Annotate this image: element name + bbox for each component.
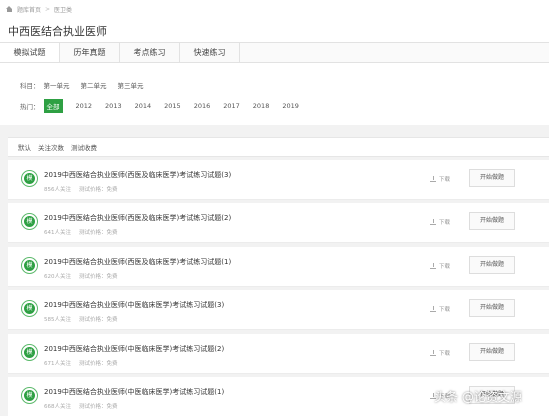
subject-option[interactable]: 第三单元 xyxy=(118,80,144,90)
item-title[interactable]: 2019中西医结合执业医师(西医及临床医学)考试练习试题(3) xyxy=(44,170,231,180)
download-icon xyxy=(430,306,436,312)
download-label: 下载 xyxy=(439,307,451,313)
tab-topic-practice[interactable]: 考点练习 xyxy=(120,43,180,62)
badge-label: 模 xyxy=(24,173,35,184)
item-title[interactable]: 2019中西医结合执业医师(西医及临床医学)考试练习试题(2) xyxy=(44,213,231,223)
download-button[interactable]: 下载 xyxy=(430,175,450,183)
year-option[interactable]: 2017 xyxy=(223,102,240,110)
breadcrumb-separator: > xyxy=(45,5,51,13)
item-title[interactable]: 2019中西医结合执业医师(中医临床医学)考试练习试题(2) xyxy=(44,344,224,354)
year-option[interactable]: 2016 xyxy=(194,102,211,110)
subject-filter: 科目： 第一单元 第二单元 第三单元 xyxy=(20,80,155,90)
breadcrumb-home[interactable]: 题库首页 xyxy=(17,5,41,14)
badge-label: 模 xyxy=(24,216,35,227)
price: 测试价格：免费 xyxy=(79,230,118,236)
start-button[interactable]: 开始做题 xyxy=(469,299,515,317)
year-option[interactable]: 2019 xyxy=(282,102,299,110)
mock-badge-icon: 模 xyxy=(21,170,38,187)
page-title: 中西医结合执业医师 xyxy=(8,25,107,38)
watermark: 头条 @论资文源 xyxy=(434,390,522,404)
download-button[interactable]: 下载 xyxy=(430,262,450,270)
year-option[interactable]: 2015 xyxy=(164,102,181,110)
item-meta: 856人关注 测试价格：免费 xyxy=(44,185,126,193)
list-item: 模 2019中西医结合执业医师(西医及临床医学)考试练习试题(2) 641人关注… xyxy=(8,203,549,243)
badge-label: 模 xyxy=(24,303,35,314)
price: 测试价格：免费 xyxy=(79,187,118,193)
sort-default[interactable]: 默认 xyxy=(18,142,31,152)
hot-label: 热门： xyxy=(20,103,40,111)
download-icon xyxy=(430,263,436,269)
follower-count: 671人关注 xyxy=(44,361,71,367)
item-title[interactable]: 2019中西医结合执业医师(中医临床医学)考试练习试题(1) xyxy=(44,387,224,397)
price: 测试价格：免费 xyxy=(79,404,118,410)
download-label: 下载 xyxy=(439,220,451,226)
tab-past-exams[interactable]: 历年真题 xyxy=(60,43,120,62)
item-meta: 668人关注 测试价格：免费 xyxy=(44,402,126,410)
item-meta: 620人关注 测试价格：免费 xyxy=(44,272,126,280)
list-item: 模 2019中西医结合执业医师(中医临床医学)考试练习试题(2) 671人关注 测… xyxy=(8,334,549,374)
download-label: 下载 xyxy=(439,177,451,183)
tab-mock-exam[interactable]: 模拟试题 xyxy=(0,43,60,62)
sort-follow-count[interactable]: 关注次数 xyxy=(38,142,64,152)
start-button[interactable]: 开始做题 xyxy=(469,169,515,187)
breadcrumb: 题库首页 > 医卫类 xyxy=(0,0,549,18)
start-button[interactable]: 开始做题 xyxy=(469,212,515,230)
price: 测试价格：免费 xyxy=(79,274,118,280)
filter-panel: 科目： 第一单元 第二单元 第三单元 热门： 全部 2012 2013 2014… xyxy=(0,63,549,125)
download-icon xyxy=(430,219,436,225)
download-label: 下载 xyxy=(439,351,451,357)
item-meta: 641人关注 测试价格：免费 xyxy=(44,228,126,236)
follower-count: 641人关注 xyxy=(44,230,71,236)
mock-badge-icon: 模 xyxy=(21,344,38,361)
badge-label: 模 xyxy=(24,390,35,401)
sort-bar: 默认 关注次数 测试收费 xyxy=(8,137,549,157)
list-item: 模 2019中西医结合执业医师(西医及临床医学)考试练习试题(3) 856人关注… xyxy=(8,160,549,200)
price: 测试价格：免费 xyxy=(79,361,118,367)
year-filter: 热门： 全部 2012 2013 2014 2015 2016 2017 201… xyxy=(20,99,312,113)
home-icon[interactable] xyxy=(6,6,13,12)
download-button[interactable]: 下载 xyxy=(430,305,450,313)
item-meta: 671人关注 测试价格：免费 xyxy=(44,359,126,367)
tab-bar: 模拟试题 历年真题 考点练习 快速练习 xyxy=(0,42,549,63)
breadcrumb-current[interactable]: 医卫类 xyxy=(54,5,72,14)
year-option[interactable]: 2018 xyxy=(253,102,270,110)
download-button[interactable]: 下载 xyxy=(430,349,450,357)
badge-label: 模 xyxy=(24,347,35,358)
follower-count: 585人关注 xyxy=(44,317,71,323)
item-title[interactable]: 2019中西医结合执业医师(西医及临床医学)考试练习试题(1) xyxy=(44,257,231,267)
mock-badge-icon: 模 xyxy=(21,257,38,274)
start-button[interactable]: 开始做题 xyxy=(469,256,515,274)
start-button[interactable]: 开始做题 xyxy=(469,343,515,361)
sort-fee[interactable]: 测试收费 xyxy=(71,142,97,152)
mock-badge-icon: 模 xyxy=(21,213,38,230)
follower-count: 620人关注 xyxy=(44,274,71,280)
list-item: 模 2019中西医结合执业医师(西医及临床医学)考试练习试题(1) 620人关注… xyxy=(8,247,549,287)
badge-label: 模 xyxy=(24,260,35,271)
subject-label: 科目： xyxy=(20,82,40,90)
tab-quick-practice[interactable]: 快速练习 xyxy=(180,43,240,62)
list-item: 模 2019中西医结合执业医师(中医临床医学)考试练习试题(3) 585人关注 测… xyxy=(8,290,549,330)
subject-option[interactable]: 第二单元 xyxy=(81,80,107,90)
mock-badge-icon: 模 xyxy=(21,300,38,317)
follower-count: 856人关注 xyxy=(44,187,71,193)
year-option-all[interactable]: 全部 xyxy=(43,99,63,113)
item-meta: 585人关注 测试价格：免费 xyxy=(44,315,126,323)
year-option[interactable]: 2014 xyxy=(135,102,152,110)
subject-option[interactable]: 第一单元 xyxy=(44,80,70,90)
item-title[interactable]: 2019中西医结合执业医师(中医临床医学)考试练习试题(3) xyxy=(44,300,224,310)
download-icon xyxy=(430,176,436,182)
follower-count: 668人关注 xyxy=(44,404,71,410)
year-option[interactable]: 2013 xyxy=(105,102,122,110)
download-icon xyxy=(430,350,436,356)
mock-badge-icon: 模 xyxy=(21,387,38,404)
year-option[interactable]: 2012 xyxy=(76,102,93,110)
price: 测试价格：免费 xyxy=(79,317,118,323)
download-label: 下载 xyxy=(439,264,451,270)
title-bar: 中西医结合执业医师 xyxy=(0,18,549,42)
download-button[interactable]: 下载 xyxy=(430,218,450,226)
